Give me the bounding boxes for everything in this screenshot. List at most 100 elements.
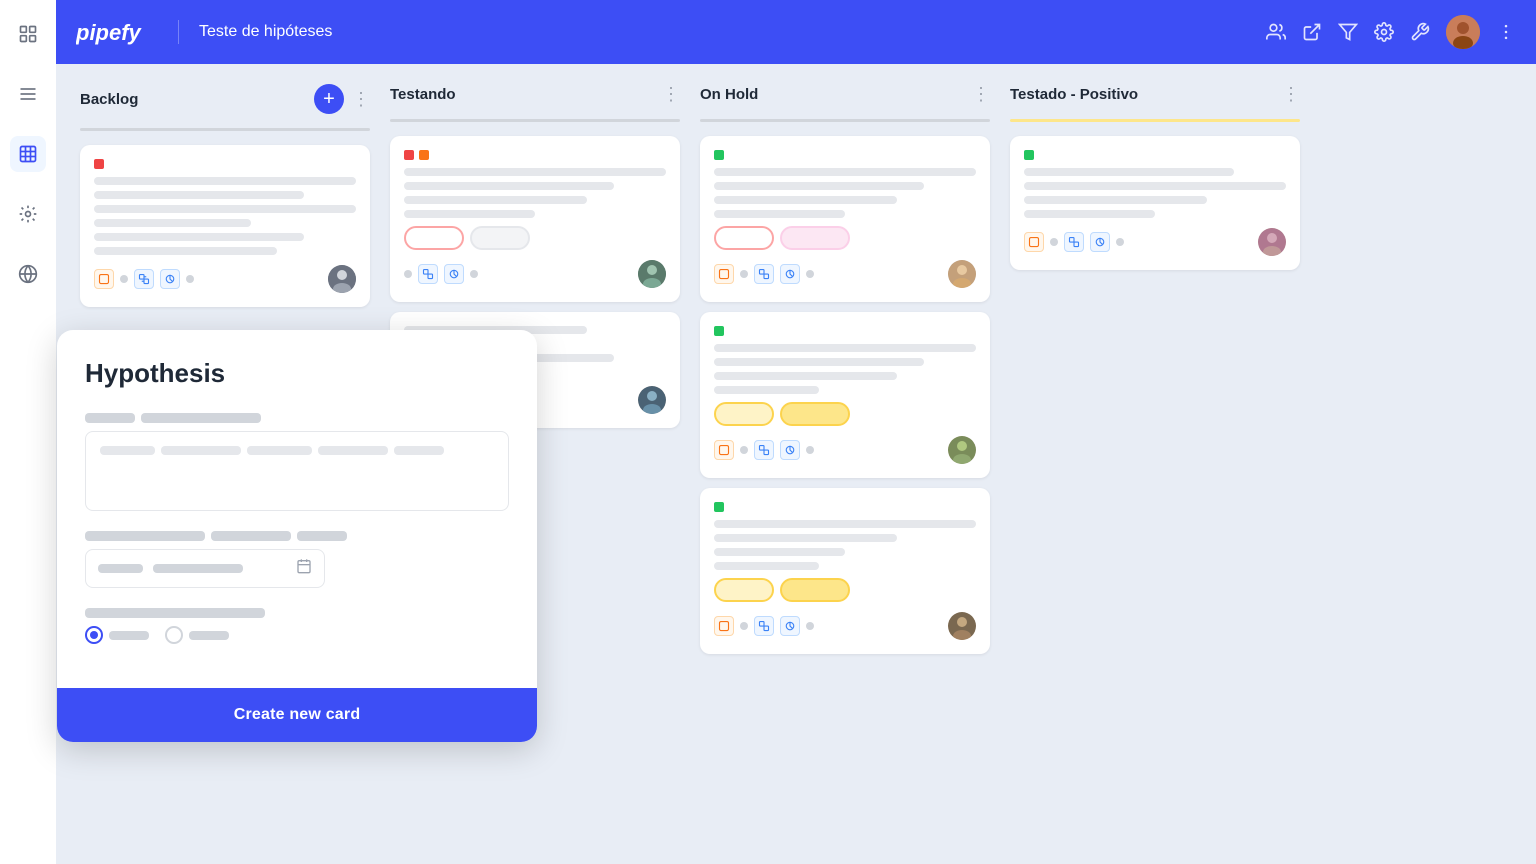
create-new-card-button[interactable]: Create new card	[57, 688, 537, 742]
radio-label-2	[189, 631, 229, 640]
card-backlog-1[interactable]	[80, 145, 370, 307]
tag-orange-3	[714, 578, 774, 602]
radio-inner-1	[90, 631, 98, 639]
radio-option-2[interactable]	[165, 626, 229, 644]
tag-outline-pink	[714, 226, 774, 250]
card-icon-btn-o7[interactable]	[714, 616, 734, 636]
column-line-testado	[1010, 119, 1300, 122]
create-card-form: Hypothesis	[57, 330, 537, 742]
users-icon[interactable]	[1266, 22, 1286, 42]
column-menu-testado[interactable]: ⋮	[1282, 84, 1300, 105]
column-line-testando	[390, 119, 680, 122]
card-icon-btn-2[interactable]	[134, 269, 154, 289]
card-onhold-2[interactable]	[700, 312, 990, 478]
tag-gray	[470, 226, 530, 250]
card-icon-btn-o6[interactable]	[780, 440, 800, 460]
card-avatar-o3	[948, 612, 976, 640]
export-icon[interactable]	[1302, 22, 1322, 42]
card-icons-p1	[1024, 232, 1124, 252]
sidebar-item-dashboard[interactable]	[10, 16, 46, 52]
radio-option-1[interactable]	[85, 626, 149, 644]
more-vertical-icon[interactable]	[1496, 22, 1516, 42]
card-icon-btn-p2[interactable]	[1064, 232, 1084, 252]
label-block-2c	[297, 531, 347, 541]
card-testando-1[interactable]	[390, 136, 680, 302]
card-testado-1[interactable]	[1010, 136, 1300, 270]
card-icon-btn-o1[interactable]	[714, 264, 734, 284]
column-header-testado: Testado - Positivo ⋮	[1010, 84, 1300, 105]
tool-icon[interactable]	[1410, 22, 1430, 42]
card-icon-btn-o3[interactable]	[780, 264, 800, 284]
column-line-onhold	[700, 119, 990, 122]
calendar-icon	[296, 558, 312, 579]
card-onhold-1[interactable]	[700, 136, 990, 302]
label-block-1b	[141, 413, 261, 423]
card-avatar-o2	[948, 436, 976, 464]
card-icon-btn-1[interactable]	[94, 269, 114, 289]
settings-icon[interactable]	[1374, 22, 1394, 42]
radio-options	[85, 626, 509, 644]
card-icon-btn-o2[interactable]	[754, 264, 774, 284]
date-section	[85, 531, 509, 588]
card-avatar-t2	[638, 386, 666, 414]
form-body: Hypothesis	[57, 330, 537, 688]
card-icon-btn-p3[interactable]	[1090, 232, 1110, 252]
card-icon-btn-t2[interactable]	[444, 264, 464, 284]
radio-label-1	[109, 631, 149, 640]
sidebar-item-automations[interactable]	[10, 196, 46, 232]
filter-icon[interactable]	[1338, 22, 1358, 42]
user-avatar[interactable]	[1446, 15, 1480, 49]
header-divider	[178, 20, 179, 44]
tag-orange-2	[780, 402, 850, 426]
card-avatar-1	[328, 265, 356, 293]
card-icon-btn-t1[interactable]	[418, 264, 438, 284]
card-avatar-o1	[948, 260, 976, 288]
label-block-2a	[85, 531, 205, 541]
date-input[interactable]	[85, 549, 325, 588]
sidebar-item-lists[interactable]	[10, 76, 46, 112]
card-icons-t1	[404, 264, 478, 284]
column-title-testado: Testado - Positivo	[1010, 86, 1274, 103]
column-line-backlog	[80, 128, 370, 131]
tag-orange-1	[714, 402, 774, 426]
sidebar-item-globe[interactable]	[10, 256, 46, 292]
column-header-backlog: Backlog + ⋮	[80, 84, 370, 114]
label-block-1a	[85, 413, 135, 423]
radio-outer-1	[85, 626, 103, 644]
radio-outer-2	[165, 626, 183, 644]
hypothesis-textarea[interactable]	[85, 431, 509, 511]
card-icons-o3	[714, 616, 814, 636]
sidebar-item-tables[interactable]	[10, 136, 46, 172]
card-icon-btn-o8[interactable]	[754, 616, 774, 636]
add-card-backlog-button[interactable]: +	[314, 84, 344, 114]
column-title-onhold: On Hold	[700, 86, 964, 103]
card-onhold-3[interactable]	[700, 488, 990, 654]
card-icons	[94, 269, 194, 289]
card-icon-btn-3[interactable]	[160, 269, 180, 289]
pipefy-logo: pipefy	[76, 18, 166, 46]
column-menu-onhold[interactable]: ⋮	[972, 84, 990, 105]
column-menu-backlog[interactable]: ⋮	[352, 89, 370, 110]
tag-red	[404, 226, 464, 250]
card-icon-btn-o4[interactable]	[714, 440, 734, 460]
column-menu-testando[interactable]: ⋮	[662, 84, 680, 105]
tag-orange-4	[780, 578, 850, 602]
radio-section	[85, 608, 509, 644]
card-icons-o2	[714, 440, 814, 460]
label-block-2b	[211, 531, 291, 541]
svg-text:pipefy: pipefy	[76, 20, 143, 45]
card-icon-btn-o5[interactable]	[754, 440, 774, 460]
card-icons-o1	[714, 264, 814, 284]
app-header: pipefy Teste de hipóteses	[56, 0, 1536, 64]
date-placeholder-value	[153, 564, 243, 573]
column-header-testando: Testando ⋮	[390, 84, 680, 105]
card-icon-btn-p1[interactable]	[1024, 232, 1044, 252]
card-avatar-t1	[638, 260, 666, 288]
card-avatar-p1	[1258, 228, 1286, 256]
field3-label	[85, 608, 509, 618]
column-header-onhold: On Hold ⋮	[700, 84, 990, 105]
field2-label	[85, 531, 509, 541]
card-icon-btn-o9[interactable]	[780, 616, 800, 636]
sidebar	[0, 0, 56, 864]
column-title-testando: Testando	[390, 86, 654, 103]
